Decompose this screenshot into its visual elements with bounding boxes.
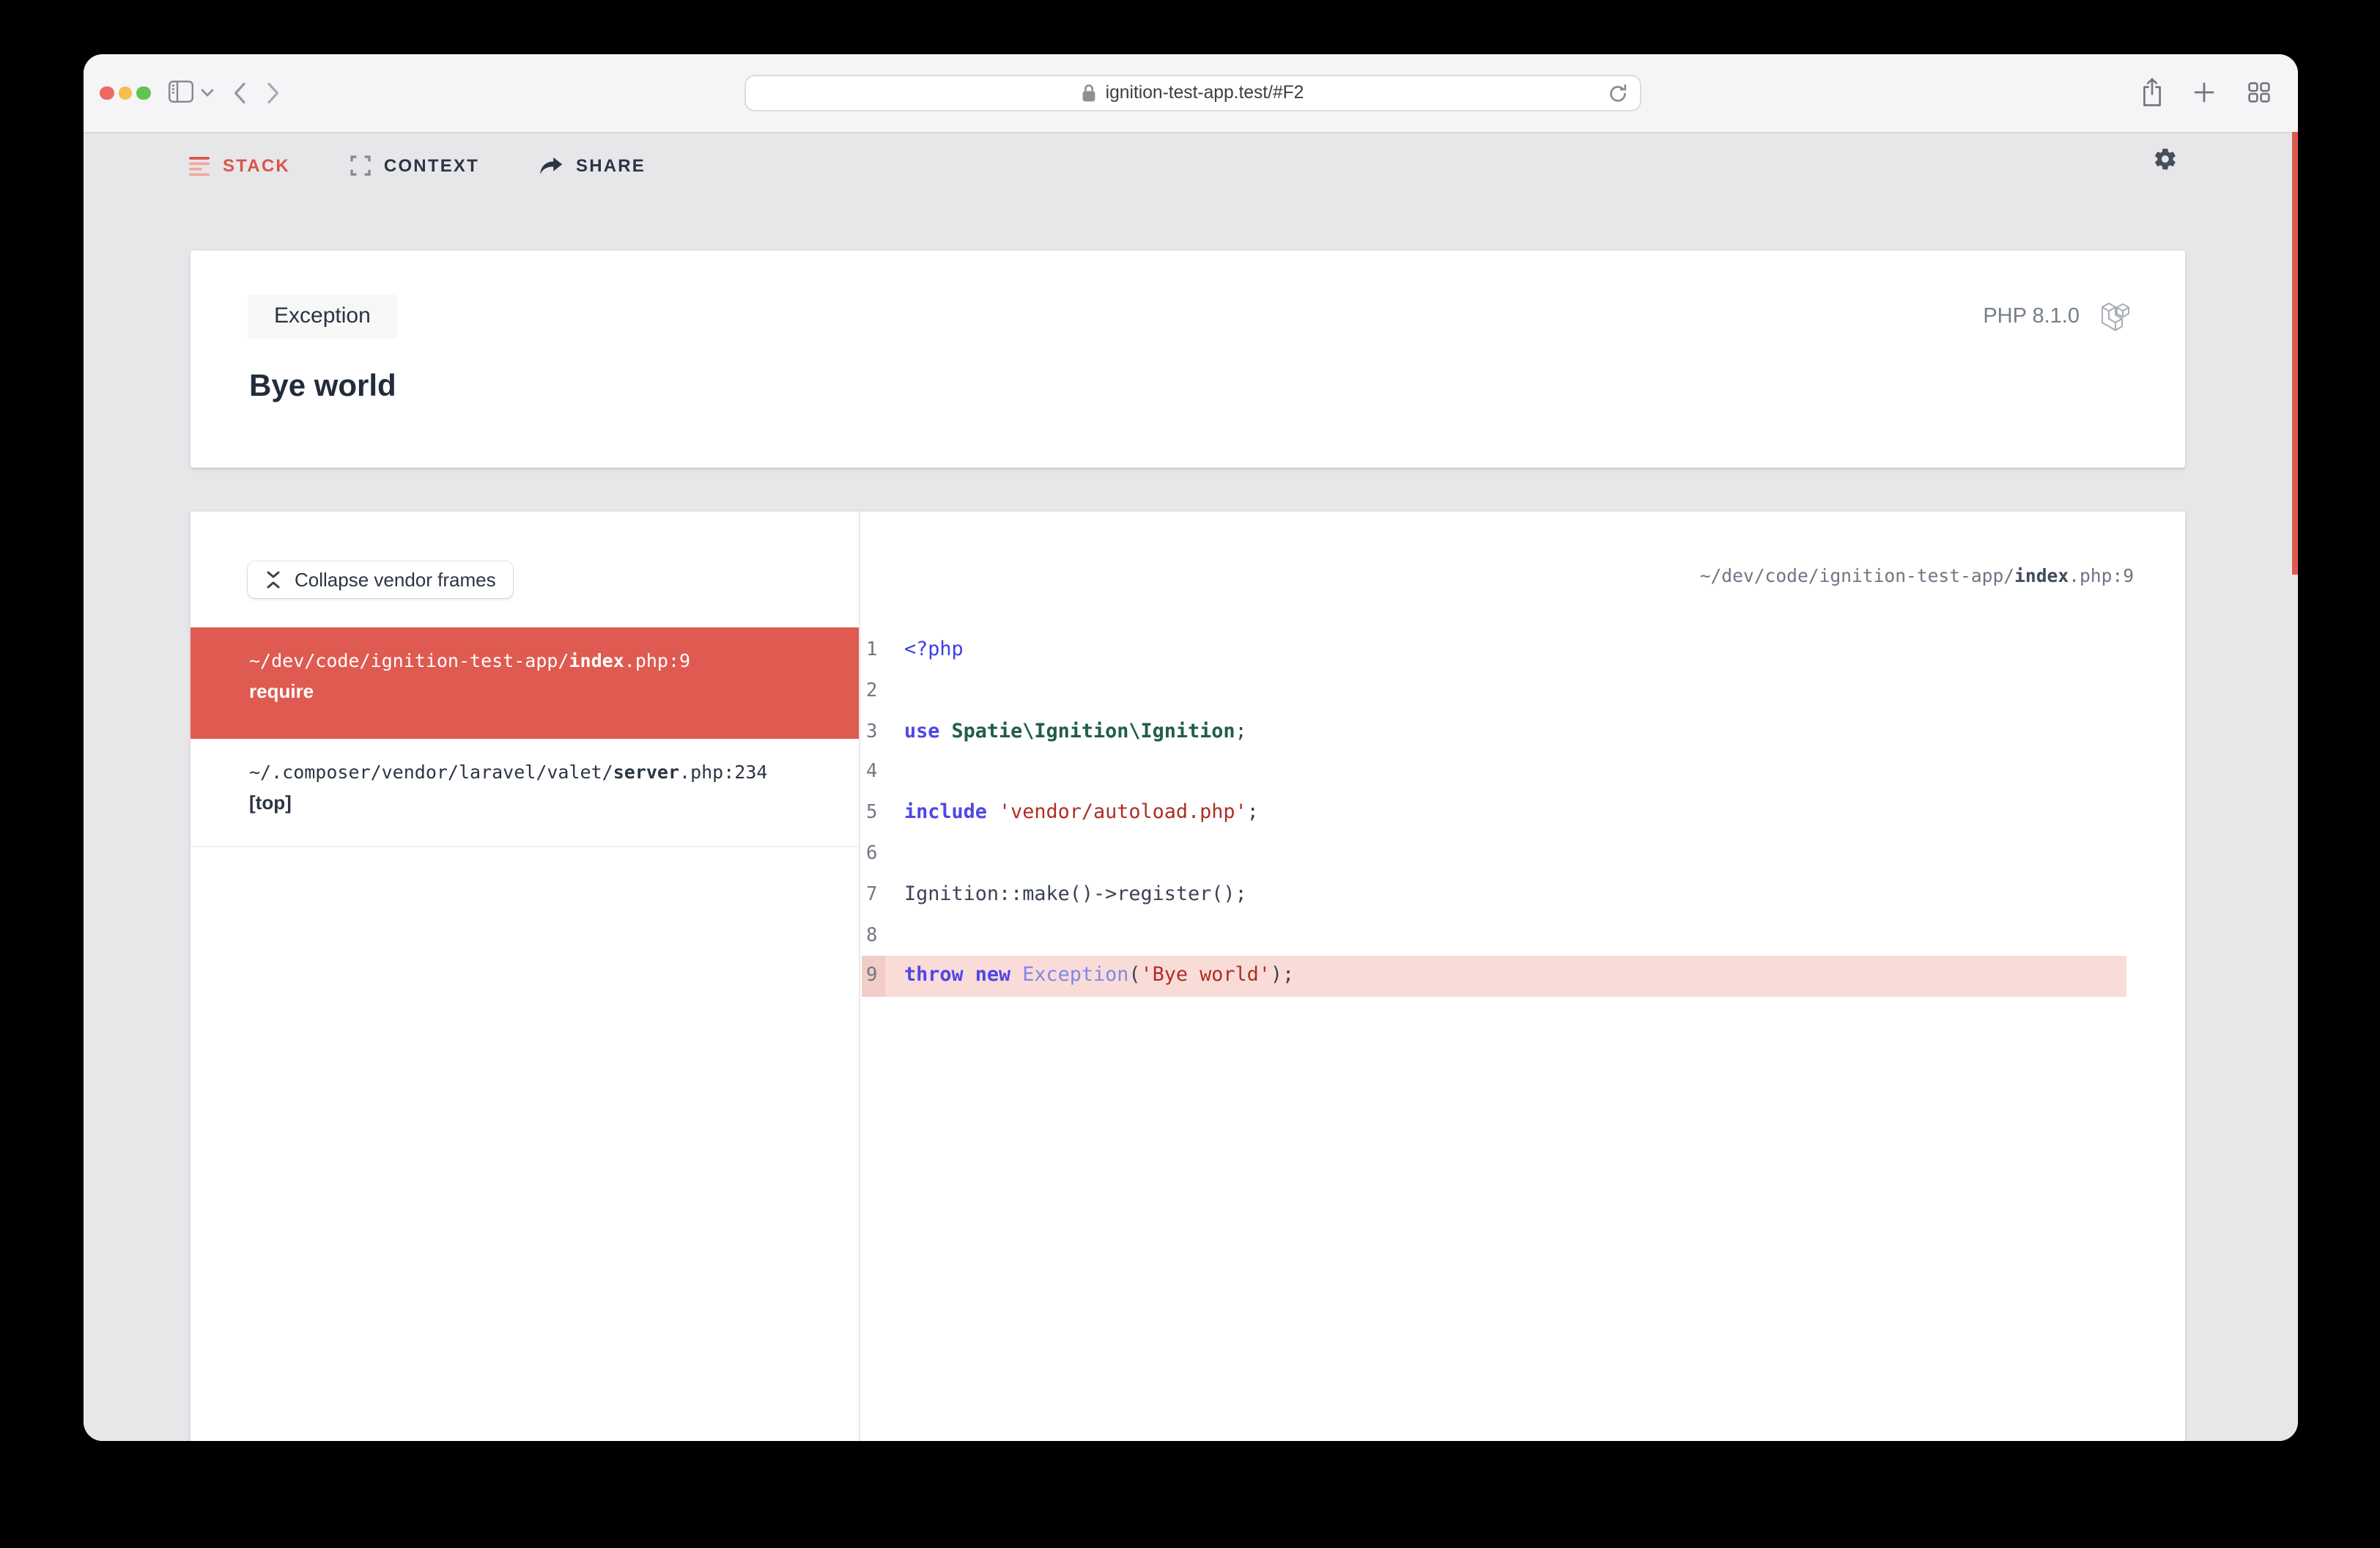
frames-list: ~/dev/code/ignition-test-app/index.php:9… — [191, 627, 859, 847]
tab-share[interactable]: SHARE — [539, 155, 646, 176]
stack-frame[interactable]: ~/.composer/vendor/laravel/valet/server.… — [191, 739, 859, 847]
code-line: 5 include 'vendor/autoload.php'; — [862, 793, 2126, 834]
code-line: 9 throw new Exception('Bye world'); — [862, 956, 2126, 998]
tab-share-label: SHARE — [576, 155, 646, 176]
line-number: 7 — [866, 883, 878, 906]
line-number: 6 — [866, 842, 878, 865]
line-number: 4 — [866, 761, 878, 784]
line-number: 5 — [866, 802, 878, 825]
code-line: 8 — [862, 915, 2126, 957]
address-bar[interactable]: ignition-test-app.test/#F2 — [744, 74, 1641, 111]
collapse-button-label: Collapse vendor frames — [295, 569, 496, 591]
line-content — [885, 753, 904, 794]
line-content: use Spatie\Ignition\Ignition; — [904, 720, 1247, 743]
code-file-path: ~/dev/code/ignition-test-app/index.php:9 — [1699, 566, 2134, 586]
settings-gear-icon[interactable] — [2153, 147, 2178, 172]
share-icon[interactable] — [2141, 78, 2163, 107]
share-arrow-icon — [540, 156, 563, 174]
exception-message: Bye world — [249, 369, 396, 403]
laravel-icon — [2102, 302, 2129, 331]
code-line: 3 use Spatie\Ignition\Ignition; — [862, 712, 2126, 753]
line-content: throw new Exception('Bye world'); — [904, 965, 1295, 987]
code-line: 7 Ignition::make()->register(); — [862, 875, 2126, 916]
tab-stack-label: STACK — [223, 155, 290, 176]
line-content: <?php — [904, 639, 964, 661]
line-number: 1 — [866, 639, 878, 661]
browser-toolbar: ignition-test-app.test/#F2 — [84, 54, 2298, 132]
ignition-error-page: STACK CONTEXT SHARE Exception PHP 8.1.0 … — [84, 132, 2298, 1441]
scrollbar-thumb[interactable] — [2291, 132, 2298, 575]
tab-stack[interactable]: STACK — [189, 155, 290, 176]
code-line: 1 <?php — [862, 630, 2126, 671]
exception-card: Exception PHP 8.1.0 Bye world — [191, 251, 2185, 468]
safari-window: ignition-test-app.test/#F2 STACK CONTEXT… — [84, 54, 2298, 1441]
back-icon[interactable] — [232, 82, 246, 104]
stack-icon — [189, 156, 210, 175]
code-snippet: 1 <?php 2 3 use Spatie\Ignition\Ignition; 4 5 i… — [862, 630, 2126, 998]
chevron-down-icon[interactable] — [201, 88, 214, 98]
line-number: 3 — [866, 720, 878, 743]
php-version: PHP 8.1.0 — [1983, 298, 2129, 336]
php-version-label: PHP 8.1.0 — [1983, 305, 2080, 328]
tab-overview-icon[interactable] — [2248, 82, 2270, 103]
forward-icon[interactable] — [265, 82, 280, 104]
exception-type-badge: Exception — [248, 295, 397, 339]
code-line: 4 — [862, 753, 2126, 794]
collapse-icon — [265, 570, 281, 589]
close-window-button[interactable] — [100, 86, 114, 100]
line-content: include 'vendor/autoload.php'; — [904, 802, 1259, 825]
frame-method: require — [249, 679, 314, 701]
collapse-vendor-frames-button[interactable]: Collapse vendor frames — [248, 561, 514, 598]
sidebar-toggle-icon[interactable] — [169, 81, 193, 103]
line-content — [885, 915, 904, 957]
line-number: 9 — [862, 956, 885, 998]
code-pane: ~/dev/code/ignition-test-app/index.php:9… — [862, 512, 2185, 1441]
stack-trace-card: Collapse vendor frames ~/dev/code/igniti… — [191, 512, 2185, 1441]
refresh-icon[interactable] — [1608, 84, 1628, 104]
tab-context[interactable]: CONTEXT — [350, 155, 479, 176]
new-tab-icon[interactable] — [2194, 82, 2214, 103]
tab-context-label: CONTEXT — [383, 155, 479, 176]
screenshot-canvas: ignition-test-app.test/#F2 STACK CONTEXT… — [0, 0, 2380, 1548]
frames-pane: Collapse vendor frames ~/dev/code/igniti… — [191, 512, 860, 1441]
line-content — [885, 671, 904, 712]
line-number: 2 — [866, 679, 878, 702]
context-icon — [350, 155, 371, 176]
line-number: 8 — [866, 924, 878, 947]
line-content: Ignition::make()->register(); — [904, 883, 1247, 906]
ignition-nav: STACK CONTEXT SHARE — [189, 150, 706, 182]
frame-path: ~/.composer/vendor/laravel/valet/server.… — [249, 761, 768, 783]
stack-frame[interactable]: ~/dev/code/ignition-test-app/index.php:9… — [191, 627, 859, 739]
url-text: ignition-test-app.test/#F2 — [1105, 82, 1304, 103]
frame-path: ~/dev/code/ignition-test-app/index.php:9 — [249, 649, 691, 671]
frame-method: [top] — [249, 792, 292, 814]
code-line: 6 — [862, 834, 2126, 875]
minimize-window-button[interactable] — [118, 86, 132, 100]
code-line: 2 — [862, 671, 2126, 712]
lock-icon — [1082, 83, 1097, 102]
zoom-window-button[interactable] — [136, 86, 150, 100]
line-content — [885, 834, 904, 875]
